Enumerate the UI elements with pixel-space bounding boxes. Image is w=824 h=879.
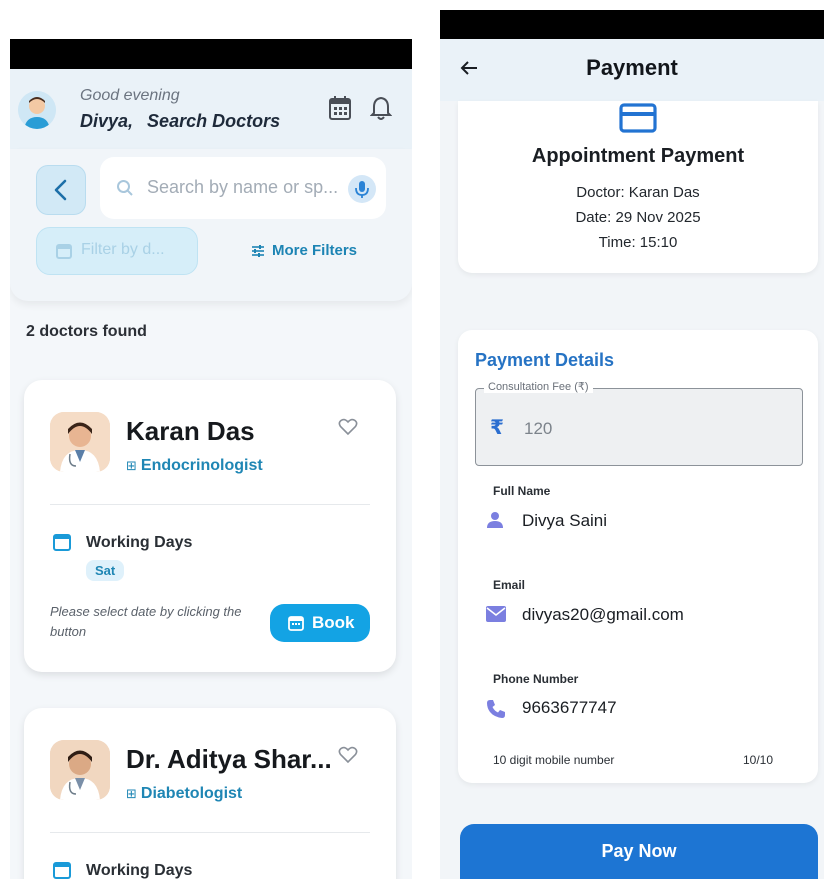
consultation-fee-field: ₹ 120 — [475, 388, 803, 466]
mail-icon — [486, 606, 506, 627]
fee-value: 120 — [524, 419, 553, 438]
select-date-note: Please select date by clicking the butto… — [50, 604, 242, 639]
credit-card-icon — [618, 101, 658, 142]
doctor-name[interactable]: Karan Das — [126, 416, 255, 447]
section-title: Payment Details — [475, 350, 615, 370]
search-doctors-screen: Good evening Divya, Search Doctors Searc… — [10, 39, 412, 879]
medical-bag-icon: ⊞ — [126, 786, 137, 801]
full-name-label: Full Name — [493, 484, 551, 498]
calendar-icon — [56, 244, 72, 259]
medical-bag-icon: ⊞ — [126, 458, 137, 473]
screen-title: Search Doctors — [147, 111, 281, 131]
status-bar — [10, 39, 412, 69]
doctor-avatar-icon — [50, 740, 110, 800]
user-avatar-icon — [18, 91, 56, 129]
search-input[interactable]: Search by name or sp... — [100, 157, 386, 219]
heart-icon — [338, 746, 358, 764]
rupee-icon: ₹ — [490, 417, 504, 439]
date-filter-label: Filter by d... — [81, 241, 165, 258]
mic-button[interactable] — [348, 175, 376, 203]
doctor-line: Doctor: Karan Das — [576, 184, 700, 201]
payment-details-card: Payment Details ₹ 120 Consultation Fee (… — [458, 330, 818, 783]
doctor-specialty: ⊞ Diabetologist — [126, 785, 243, 802]
pay-now-label: Pay Now — [601, 841, 677, 861]
page-title: Payment — [586, 55, 678, 80]
search-filter-panel: Search by name or sp... Filter by d... M… — [10, 149, 412, 301]
favorite-button[interactable] — [338, 746, 358, 769]
doctor-card: Dr. Aditya Shar... ⊞ Diabetologist Workin… — [24, 708, 396, 879]
status-bar — [440, 10, 824, 39]
date-line: Date: 29 Nov 2025 — [575, 209, 701, 226]
book-label: Book — [312, 613, 355, 632]
more-filters-link[interactable]: More Filters — [252, 242, 358, 259]
avatar[interactable] — [18, 91, 56, 129]
chevron-left-icon — [54, 179, 67, 201]
search-placeholder: Search by name or sp... — [147, 177, 339, 197]
email-field[interactable]: divyas20@gmail.com — [522, 605, 684, 625]
person-icon — [486, 511, 504, 534]
fee-label: Consultation Fee (₹) — [484, 380, 593, 393]
doctor-card: Karan Das ⊞ Endocrinologist Working Days … — [24, 380, 396, 672]
calendar-icon — [53, 534, 71, 551]
bell-icon[interactable] — [369, 95, 396, 123]
favorite-button[interactable] — [338, 418, 358, 441]
doctor-name[interactable]: Dr. Aditya Shar... — [126, 744, 332, 775]
doctor-avatar-icon — [50, 412, 110, 472]
app-header: Good evening Divya, Search Doctors — [10, 69, 412, 149]
calendar-icon[interactable] — [328, 95, 354, 123]
greeting-line: Divya, Search Doctors — [80, 111, 280, 132]
phone-helper-text: 10 digit mobile number — [493, 753, 615, 767]
divider — [50, 504, 370, 505]
date-filter-button[interactable]: Filter by d... — [36, 227, 198, 275]
phone-char-counter: 10/10 — [742, 753, 773, 767]
working-days-label: Working Days — [86, 862, 193, 879]
phone-field[interactable]: 9663677747 — [522, 698, 617, 718]
doctor-photo — [50, 740, 110, 800]
search-icon — [117, 180, 133, 196]
mic-icon — [355, 181, 369, 198]
calendar-icon — [288, 616, 304, 631]
heart-icon — [338, 418, 358, 436]
payment-screen: Payment Appointment Payment Doctor: Kara… — [440, 10, 824, 879]
app-header: Payment — [440, 39, 824, 101]
time-line: Time: 15:10 — [598, 234, 678, 251]
email-label: Email — [493, 578, 526, 592]
working-day-chip: Sat — [86, 560, 125, 581]
phone-icon — [486, 699, 506, 724]
book-button[interactable]: Book — [270, 604, 370, 642]
doctor-specialty: ⊞ Endocrinologist — [126, 457, 263, 474]
back-button[interactable] — [36, 165, 86, 215]
results-count: 2 doctors found — [26, 323, 147, 340]
doctor-photo — [50, 412, 110, 472]
working-days-label: Working Days — [86, 534, 193, 551]
appointment-summary-card: Appointment Payment Doctor: Karan Das Da… — [458, 101, 818, 273]
full-name-field[interactable]: Divya Saini — [522, 511, 607, 531]
user-name: Divya, — [80, 111, 134, 131]
tune-icon — [252, 245, 264, 257]
phone-label: Phone Number — [493, 672, 579, 686]
pay-now-button[interactable]: Pay Now — [460, 824, 818, 879]
divider — [50, 832, 370, 833]
calendar-icon — [53, 862, 71, 879]
greeting-text: Good evening — [80, 87, 180, 104]
appointment-title: Appointment Payment — [531, 145, 745, 167]
more-filters-label: More Filters — [272, 242, 358, 259]
